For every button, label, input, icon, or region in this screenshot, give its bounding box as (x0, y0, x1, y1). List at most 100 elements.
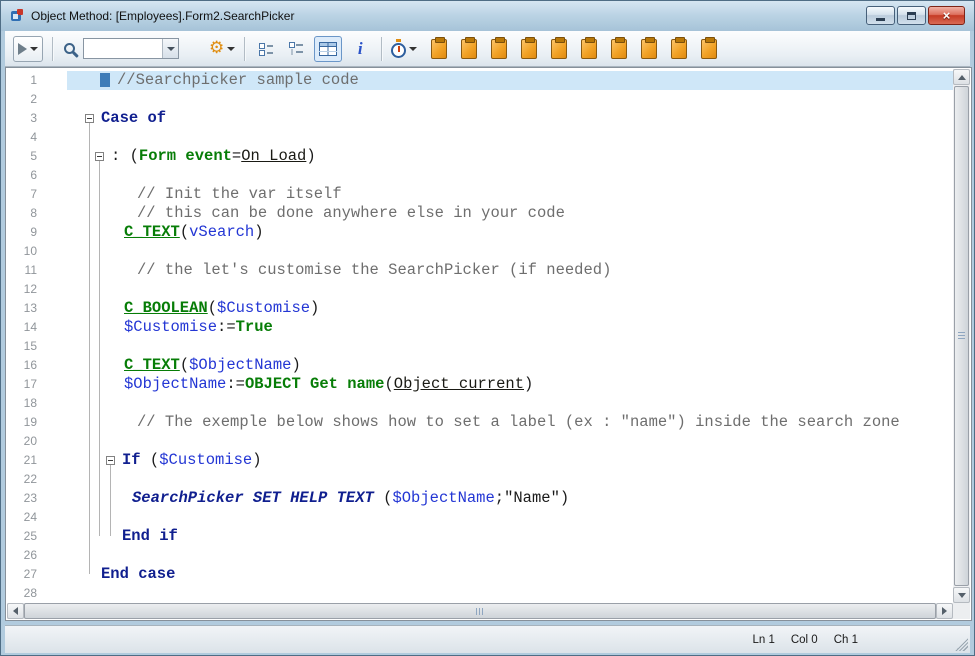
app-window: Object Method: [Employees].Form2.SearchP… (0, 0, 975, 656)
code-line-13[interactable]: 13C_BOOLEAN($Customise) (7, 299, 953, 318)
clipboard-7-button[interactable] (607, 36, 631, 62)
code-line-3[interactable]: 3Case of (7, 109, 953, 128)
clipboard-5-button[interactable] (547, 36, 571, 62)
line-content[interactable] (67, 394, 953, 413)
close-button[interactable]: × (928, 6, 965, 25)
search-input[interactable] (84, 39, 162, 58)
line-content[interactable]: C_TEXT($ObjectName) (67, 356, 953, 375)
code-line-28[interactable]: 28 (7, 584, 953, 603)
code-line-25[interactable]: 25End if (7, 527, 953, 546)
vertical-scroll-thumb[interactable] (954, 86, 969, 586)
code-line-1[interactable]: 1//Searchpicker sample code (7, 71, 953, 90)
clipboard-1-button[interactable] (427, 36, 451, 62)
code-line-26[interactable]: 26 (7, 546, 953, 565)
line-content[interactable] (67, 508, 953, 527)
line-content[interactable]: C_TEXT(vSearch) (67, 223, 953, 242)
code-token: True (236, 318, 273, 336)
scroll-up-button[interactable] (953, 69, 970, 85)
code-line-10[interactable]: 10 (7, 242, 953, 261)
clipboard-4-button[interactable] (517, 36, 541, 62)
line-content[interactable]: $Customise:=True (67, 318, 953, 337)
line-content[interactable]: SearchPicker SET HELP TEXT ($ObjectName;… (67, 489, 953, 508)
scroll-down-button[interactable] (953, 587, 970, 603)
code-line-20[interactable]: 20 (7, 432, 953, 451)
fold-toggle[interactable] (95, 152, 104, 161)
fold-toggle[interactable] (85, 114, 94, 123)
title-bar[interactable]: Object Method: [Employees].Form2.SearchP… (1, 1, 974, 31)
line-content[interactable] (67, 90, 953, 109)
clipboard-9-button[interactable] (667, 36, 691, 62)
horizontal-scroll-thumb[interactable] (24, 603, 936, 619)
scroll-left-button[interactable] (7, 603, 24, 619)
clipboard-6-button[interactable] (577, 36, 601, 62)
code-line-23[interactable]: 23SearchPicker SET HELP TEXT ($ObjectNam… (7, 489, 953, 508)
execute-method-button[interactable] (13, 36, 43, 62)
line-content[interactable] (67, 242, 953, 261)
line-content[interactable]: $ObjectName:=OBJECT Get name(Object curr… (67, 375, 953, 394)
line-content[interactable]: // Init the var itself (67, 185, 953, 204)
window-controls: × (866, 6, 965, 25)
code-line-2[interactable]: 2 (7, 90, 953, 109)
vertical-scrollbar[interactable] (953, 69, 970, 603)
line-content[interactable] (67, 432, 953, 451)
search-combobox[interactable] (83, 38, 179, 59)
code-line-18[interactable]: 18 (7, 394, 953, 413)
fold-toggle[interactable] (106, 456, 115, 465)
line-content[interactable] (67, 166, 953, 185)
clipboard-3-button[interactable] (487, 36, 511, 62)
scroll-right-button[interactable] (936, 603, 953, 619)
timer-button[interactable] (391, 36, 417, 62)
line-content[interactable] (67, 337, 953, 356)
info-button[interactable]: i (348, 36, 372, 62)
table-view-button[interactable] (314, 36, 342, 62)
maximize-button[interactable] (897, 6, 926, 25)
line-content[interactable] (67, 470, 953, 489)
code-line-17[interactable]: 17$ObjectName:=OBJECT Get name(Object cu… (7, 375, 953, 394)
line-content[interactable] (67, 546, 953, 565)
code-line-11[interactable]: 11// the let's customise the SearchPicke… (7, 261, 953, 280)
line-content[interactable]: : (Form event=On Load) (67, 147, 953, 166)
line-content[interactable]: If ($Customise) (67, 451, 953, 470)
line-content[interactable]: End if (67, 527, 953, 546)
line-content[interactable]: C_BOOLEAN($Customise) (67, 299, 953, 318)
code-line-21[interactable]: 21If ($Customise) (7, 451, 953, 470)
clipboard-8-button[interactable] (637, 36, 661, 62)
code-token: // The exemple below shows how to set a … (137, 413, 900, 431)
code-line-24[interactable]: 24 (7, 508, 953, 527)
resize-grip[interactable] (955, 638, 968, 651)
code-line-5[interactable]: 5: (Form event=On Load) (7, 147, 953, 166)
search-dropdown-button[interactable] (162, 39, 178, 58)
code-line-9[interactable]: 9C_TEXT(vSearch) (7, 223, 953, 242)
code-line-16[interactable]: 16C_TEXT($ObjectName) (7, 356, 953, 375)
code-line-14[interactable]: 14$Customise:=True (7, 318, 953, 337)
code-line-8[interactable]: 8// this can be done anywhere else in yo… (7, 204, 953, 223)
line-number: 7 (7, 185, 67, 204)
thumb-grip-icon (958, 332, 965, 340)
code-area[interactable]: 1//Searchpicker sample code23Case of45: … (7, 69, 953, 603)
minimize-button[interactable] (866, 6, 895, 25)
line-content[interactable]: // this can be done anywhere else in you… (67, 204, 953, 223)
code-line-27[interactable]: 27End case (7, 565, 953, 584)
line-content[interactable]: Case of (67, 109, 953, 128)
clipboard-2-button[interactable] (457, 36, 481, 62)
line-content[interactable]: // The exemple below shows how to set a … (67, 413, 953, 432)
table-view-icon (319, 42, 337, 56)
code-line-4[interactable]: 4 (7, 128, 953, 147)
clipboard-10-button[interactable] (697, 36, 721, 62)
line-content[interactable]: End case (67, 565, 953, 584)
macros-button[interactable]: ⚙ (209, 36, 235, 62)
code-line-12[interactable]: 12 (7, 280, 953, 299)
code-line-22[interactable]: 22 (7, 470, 953, 489)
line-content[interactable]: // the let's customise the SearchPicker … (67, 261, 953, 280)
expand-all-button[interactable] (254, 36, 278, 62)
code-line-19[interactable]: 19// The exemple below shows how to set … (7, 413, 953, 432)
line-content[interactable] (67, 280, 953, 299)
line-content[interactable] (67, 128, 953, 147)
code-line-6[interactable]: 6 (7, 166, 953, 185)
horizontal-scrollbar[interactable] (7, 603, 953, 619)
code-line-7[interactable]: 7// Init the var itself (7, 185, 953, 204)
line-content[interactable]: //Searchpicker sample code (67, 71, 953, 90)
collapse-all-button[interactable] (284, 36, 308, 62)
code-line-15[interactable]: 15 (7, 337, 953, 356)
line-content[interactable] (67, 584, 953, 603)
